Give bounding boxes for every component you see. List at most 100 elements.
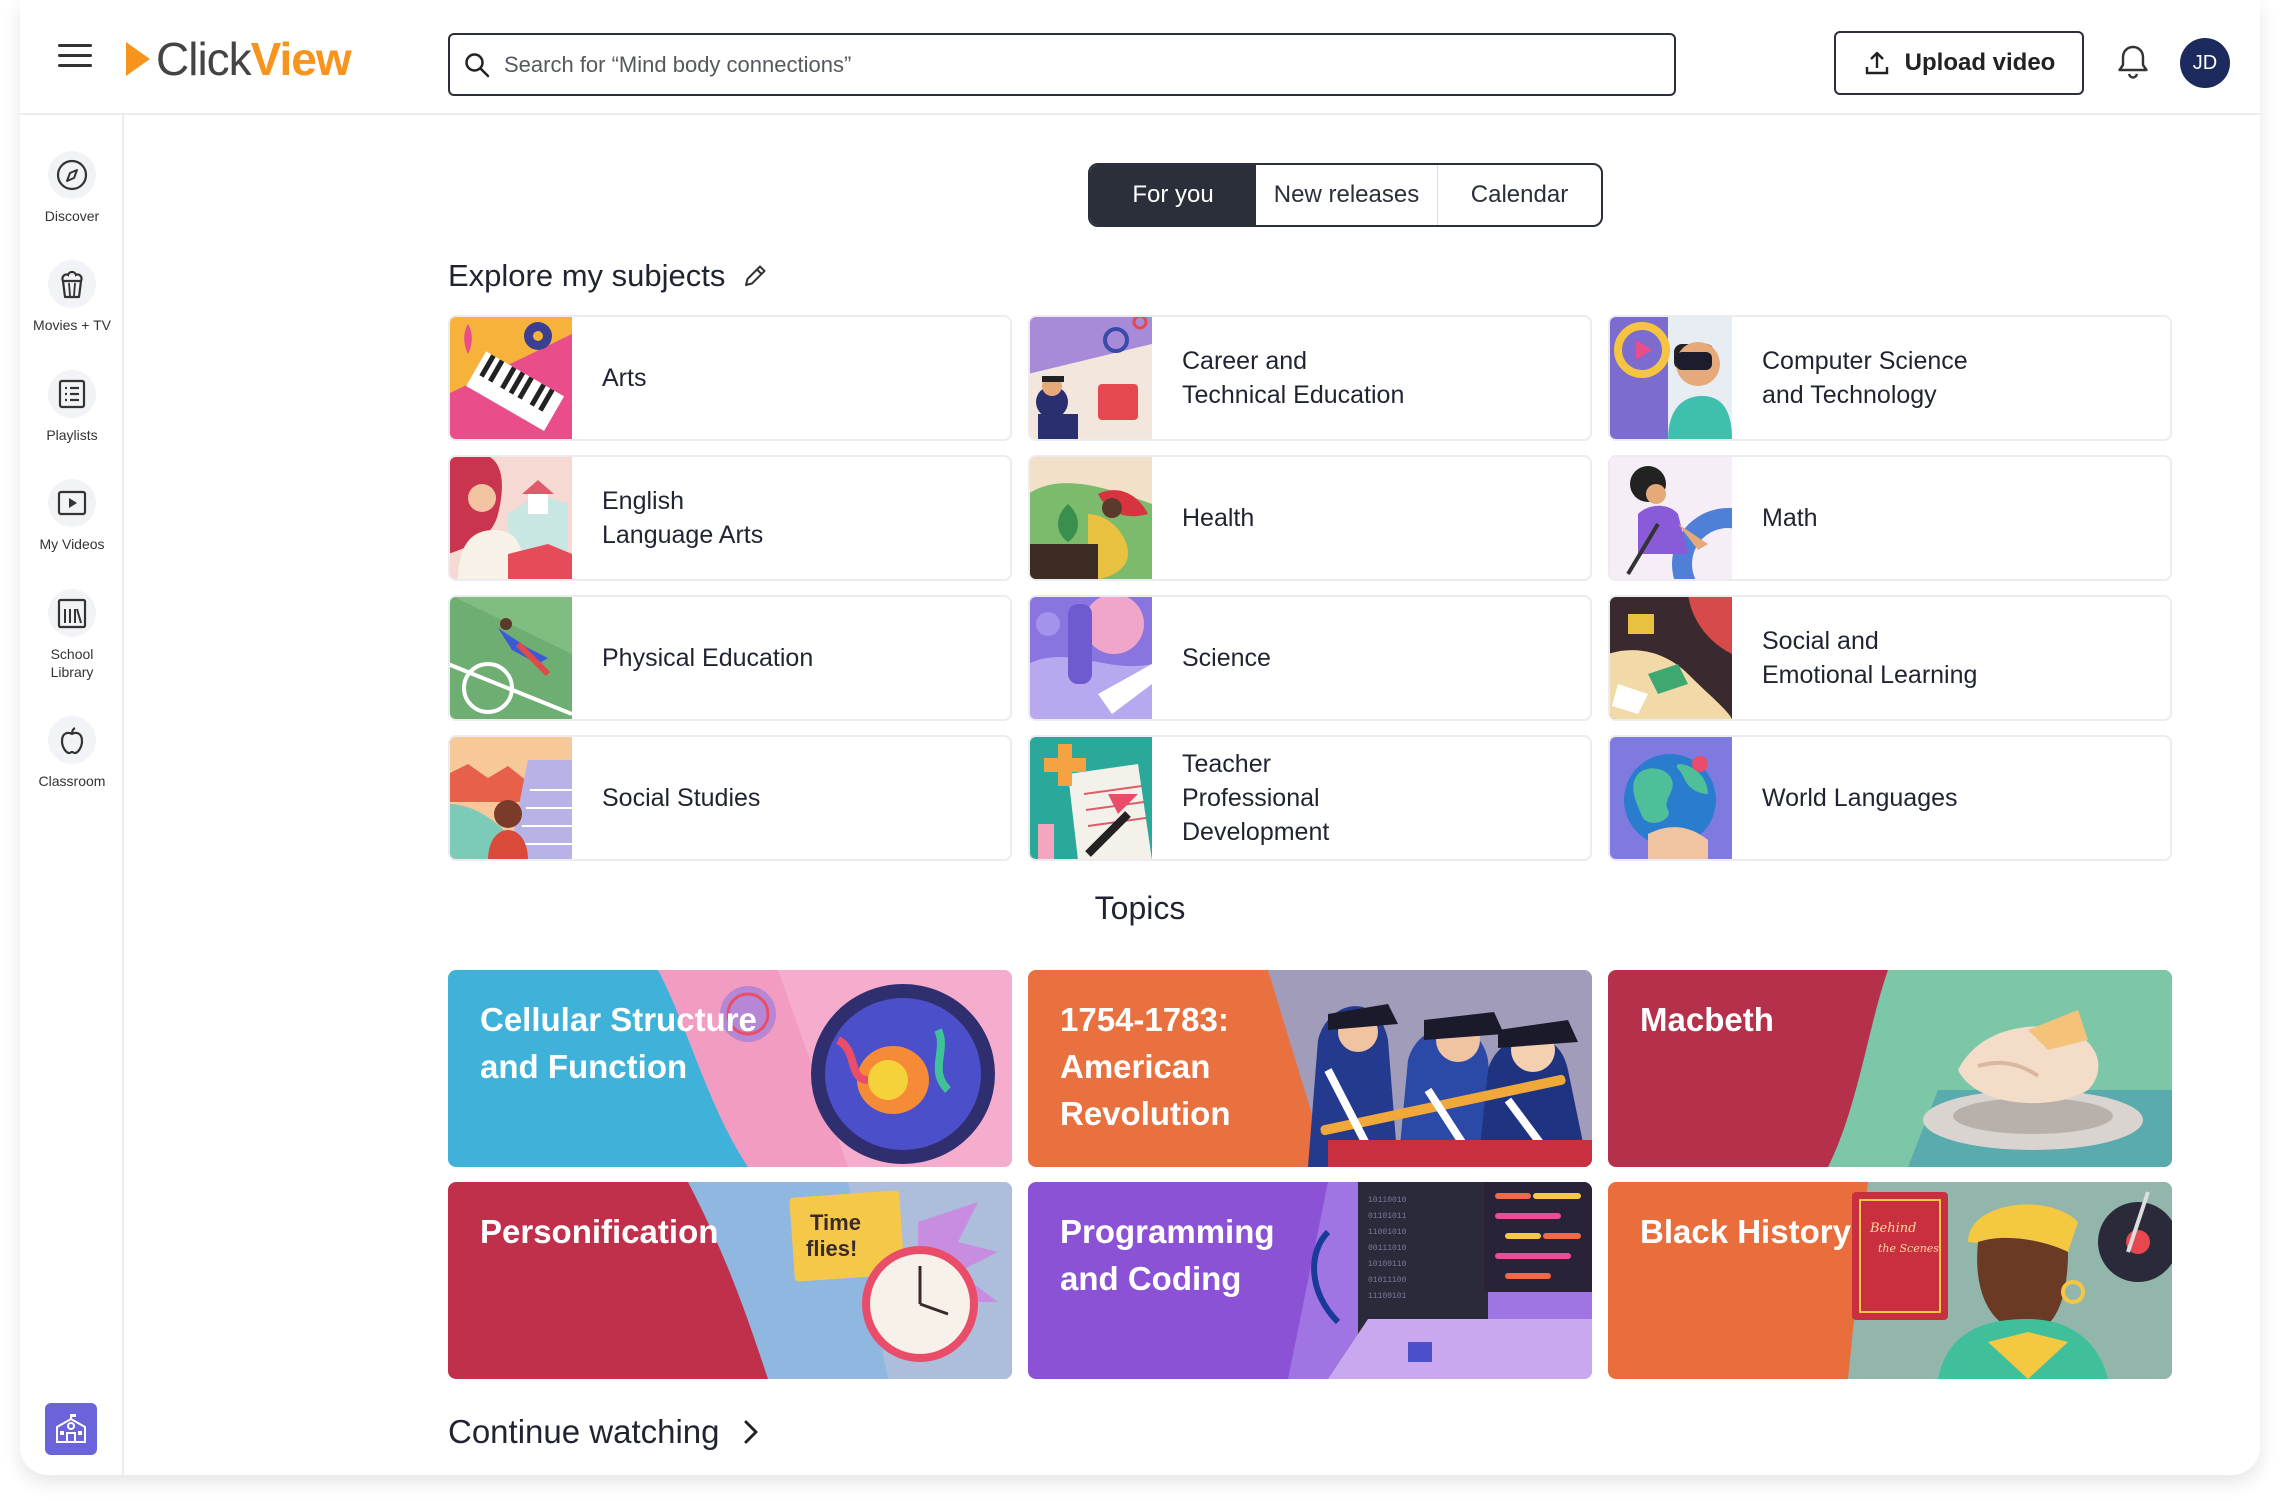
- popcorn-icon: [48, 260, 96, 308]
- edit-pencil-icon[interactable]: [741, 262, 769, 290]
- world-languages-thumbnail: [1610, 737, 1732, 859]
- career-thumbnail: [1030, 317, 1152, 439]
- teacher-pd-thumbnail: [1030, 737, 1152, 859]
- subject-card-english[interactable]: English Language Arts: [448, 455, 1012, 581]
- sidebar-item-movies-tv[interactable]: Movies + TV: [20, 260, 124, 334]
- user-avatar[interactable]: JD: [2180, 38, 2230, 88]
- sidebar-item-label: My Videos: [39, 536, 105, 552]
- topic-card-cellular-structure[interactable]: Cellular Structure and Function: [448, 970, 1012, 1167]
- upload-video-button[interactable]: Upload video: [1834, 31, 2084, 95]
- subject-name: Career and Technical Education: [1182, 347, 1405, 409]
- subject-card-social-studies[interactable]: Social Studies: [448, 735, 1012, 861]
- search-bar[interactable]: [448, 33, 1676, 96]
- subject-name: Social Studies: [602, 784, 761, 812]
- hamburger-menu-icon[interactable]: [58, 44, 92, 70]
- subject-card-world-languages[interactable]: World Languages: [1608, 735, 2172, 861]
- math-thumbnail: [1610, 457, 1732, 579]
- social-emotional-thumbnail: [1610, 597, 1732, 719]
- explore-subjects-heading: Explore my subjects: [448, 258, 769, 294]
- svg-text:10110010: 10110010: [1368, 1196, 1407, 1205]
- science-thumbnail: [1030, 597, 1152, 719]
- sidebar-item-discover[interactable]: Discover: [20, 151, 124, 225]
- topic-title: 1754-1783: American Revolution: [1060, 1001, 1231, 1132]
- subject-name: Health: [1182, 504, 1255, 532]
- arts-thumbnail: [450, 317, 572, 439]
- topic-card-black-history[interactable]: Behind the Scenes Black History: [1608, 1182, 2172, 1379]
- continue-watching-label: Continue watching: [448, 1413, 720, 1450]
- subject-name: Social and Emotional Learning: [1762, 627, 1978, 689]
- sidebar-item-my-videos[interactable]: My Videos: [20, 479, 124, 553]
- english-thumbnail: [450, 457, 572, 579]
- health-thumbnail: [1030, 457, 1152, 579]
- topic-card-programming[interactable]: 10110010 01101011 11001010 00111010 10100110…: [1028, 1182, 1592, 1379]
- continue-watching-link[interactable]: Continue watching: [448, 1413, 760, 1451]
- explore-title-text: Explore my subjects: [448, 258, 726, 293]
- svg-text:11100101: 11100101: [1368, 1292, 1407, 1301]
- search-icon: [465, 52, 490, 77]
- subject-name: Teacher Professional Development: [1182, 750, 1330, 846]
- logo-text-view: View: [250, 33, 352, 85]
- play-icon: [48, 479, 96, 527]
- tab-for-you[interactable]: For you: [1090, 165, 1256, 225]
- tab-new-releases[interactable]: New releases: [1256, 165, 1438, 225]
- chevron-right-icon: [744, 1420, 758, 1444]
- logo-text-click: Click: [156, 33, 252, 85]
- subject-name: Math: [1762, 504, 1818, 532]
- play-triangle-icon: [126, 42, 150, 76]
- svg-text:Time: Time: [810, 1210, 861, 1235]
- topic-title: Programming and Coding: [1060, 1213, 1275, 1297]
- subject-card-science[interactable]: Science: [1028, 595, 1592, 721]
- view-tabs: For you New releases Calendar: [1088, 163, 1603, 227]
- topics-heading: Topics: [1094, 890, 1186, 926]
- upload-video-label: Upload video: [1904, 49, 2056, 76]
- school-icon[interactable]: [45, 1403, 97, 1455]
- sidebar-item-classroom[interactable]: Classroom: [20, 716, 124, 790]
- bell-icon[interactable]: [2116, 44, 2150, 85]
- library-icon: [48, 589, 96, 637]
- subject-name: Science: [1182, 644, 1271, 672]
- tab-calendar[interactable]: Calendar: [1438, 165, 1601, 225]
- topic-title: Cellular Structure and Function: [480, 1001, 757, 1085]
- clickview-logo[interactable]: Click View: [126, 33, 352, 85]
- subject-name: World Languages: [1762, 784, 1958, 812]
- sidebar-item-playlists[interactable]: Playlists: [20, 370, 124, 444]
- upload-icon: [1865, 51, 1888, 75]
- topic-title: Macbeth: [1640, 1001, 1774, 1038]
- topic-card-american-revolution[interactable]: 1754-1783: American Revolution: [1028, 970, 1592, 1167]
- top-bar: ClickView Upload video JD: [20, 0, 2260, 115]
- sidebar-item-school-library[interactable]: School Library: [20, 589, 124, 681]
- sidebar-item-label: Movies + TV: [33, 317, 111, 333]
- sidebar-item-label: School Library: [50, 646, 94, 680]
- subject-card-social-emotional[interactable]: Social and Emotional Learning: [1608, 595, 2172, 721]
- subject-name: Physical Education: [602, 644, 814, 672]
- app-window: ClickView Upload video JD Discover Movie…: [20, 0, 2260, 1475]
- sidebar-item-label: Discover: [44, 208, 100, 224]
- sidebar: Discover Movies + TV Playlists My Videos…: [20, 115, 124, 1475]
- topic-card-personification[interactable]: Time flies! Personification: [448, 1182, 1012, 1379]
- svg-text:flies!: flies!: [806, 1236, 857, 1261]
- topic-card-macbeth[interactable]: Macbeth: [1608, 970, 2172, 1167]
- subject-card-physical-education[interactable]: Physical Education: [448, 595, 1012, 721]
- subject-name: Computer Science and Technology: [1762, 347, 1968, 409]
- search-input[interactable]: [504, 51, 1604, 78]
- topic-title: Personification: [480, 1213, 719, 1250]
- subject-card-career-technical[interactable]: Career and Technical Education: [1028, 315, 1592, 441]
- svg-text:00111010: 00111010: [1368, 1244, 1407, 1253]
- social-studies-thumbnail: [450, 737, 572, 859]
- compass-icon: [48, 151, 96, 199]
- sidebar-item-label: Classroom: [38, 773, 106, 789]
- svg-text:the Scenes: the Scenes: [1878, 1242, 1939, 1255]
- subject-card-arts[interactable]: Arts: [448, 315, 1012, 441]
- list-icon: [48, 370, 96, 418]
- sidebar-item-label: Playlists: [46, 427, 98, 443]
- subject-card-computer-science[interactable]: Computer Science and Technology: [1608, 315, 2172, 441]
- subject-name: English Language Arts: [602, 487, 764, 549]
- subject-card-teacher-pd[interactable]: Teacher Professional Development: [1028, 735, 1592, 861]
- subject-card-health[interactable]: Health: [1028, 455, 1592, 581]
- computer-science-thumbnail: [1610, 317, 1732, 439]
- subject-card-math[interactable]: Math: [1608, 455, 2172, 581]
- apple-icon: [48, 716, 96, 764]
- subject-name: Arts: [602, 364, 647, 392]
- svg-text:Behind: Behind: [1869, 1221, 1916, 1236]
- physical-education-thumbnail: [450, 597, 572, 719]
